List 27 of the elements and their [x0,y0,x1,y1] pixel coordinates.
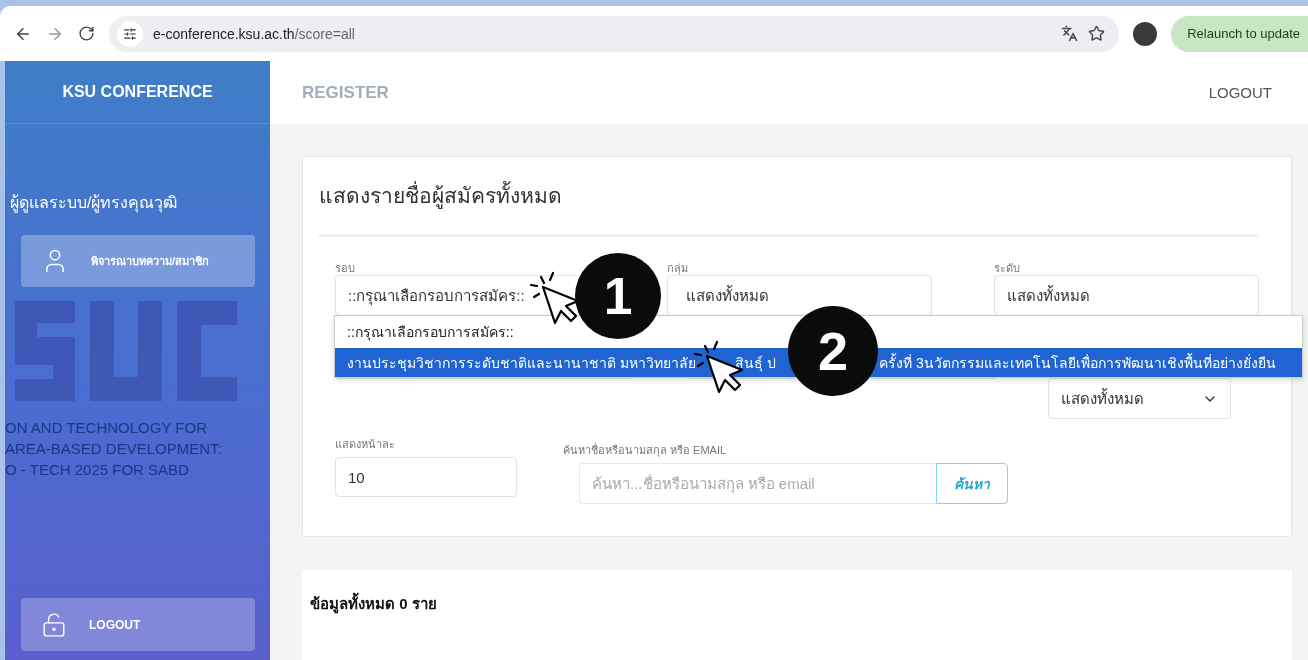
field-label: แสดงหน้าละ [335,437,395,452]
address-bar[interactable]: e-conference.ksu.ac.th/score=all [109,15,1120,52]
input-field[interactable]: 10 [335,457,517,497]
step-number: 1 [575,253,661,339]
summary-text: ข้อมูลทั้งหมด 0 ราย [310,592,1284,616]
watermark-text: AREA-BASED DEVELOPMENT: [5,439,223,459]
watermark-text: ON AND TECHNOLOGY FOR [5,418,208,438]
star-icon[interactable] [1088,25,1106,42]
page-title: แสดงรายชื่อผู้สมัครทั้งหมด [319,179,1259,237]
unlock-icon [41,611,67,638]
watermark-text: O - TECH 2025 FOR SABD [5,460,190,480]
field-label: กลุ่ม [667,261,689,275]
relaunch-button[interactable]: Relaunch to update [1171,15,1308,52]
field-label: ค้นหาชื่อหรือนามสกุล หรือ EMAIL [563,441,728,459]
translate-icon[interactable] [1061,25,1079,42]
role-title: ผู้ดูแลระบบ/ผู้ทรงคุณวุฒิ [10,193,179,215]
avatar-icon[interactable] [1133,21,1158,46]
reload-icon[interactable] [78,25,95,42]
select-field[interactable]: แสดงทั้งหมด [1048,378,1231,419]
site-settings-icon[interactable] [117,20,143,47]
select-field[interactable]: แสดงทั้งหมด [994,275,1259,316]
select-field[interactable]: แสดงทั้งหมด [667,275,932,316]
field-label: รอบ [335,261,356,275]
field-label: ระดับ [994,261,1021,275]
url-text: e-conference.ksu.ac.th/score=all [153,25,356,42]
logout-link[interactable]: LOGOUT [1208,84,1272,101]
search-field[interactable]: ค้นหา...ชื่อหรือนามสกุล หรือ email [579,463,936,504]
